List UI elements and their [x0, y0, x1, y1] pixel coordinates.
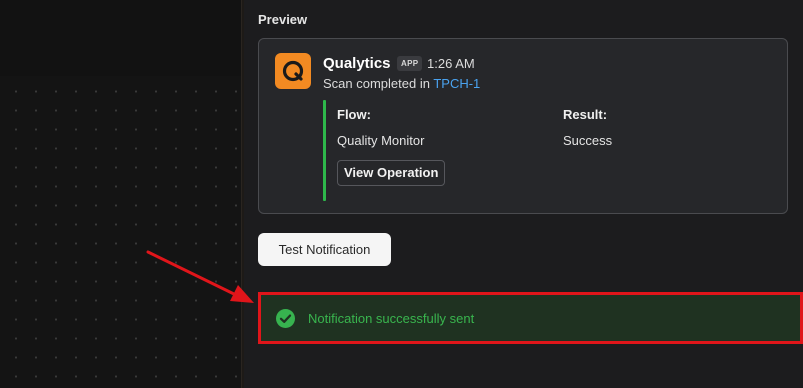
- scan-status-text: Scan completed in TPCH-1: [323, 76, 480, 91]
- flow-field-title: Flow:: [337, 107, 371, 122]
- result-field-title: Result:: [563, 107, 608, 122]
- preview-panel: Preview Qualytics APP 1:26 AM Scan compl…: [244, 0, 803, 388]
- app-badge: APP: [397, 56, 423, 71]
- result-field-value: Success: [563, 133, 613, 148]
- preview-heading: Preview: [258, 12, 308, 27]
- canvas-dot-grid: [0, 76, 243, 388]
- datastore-link[interactable]: TPCH-1: [433, 76, 480, 91]
- qualytics-logo-icon: [275, 53, 311, 89]
- success-notification-banner: Notification successfully sent: [258, 292, 803, 344]
- red-arrow-icon: [146, 250, 254, 303]
- message-preview-card: Qualytics APP 1:26 AM Scan completed in …: [258, 38, 788, 214]
- view-operation-button[interactable]: View Operation: [337, 160, 446, 186]
- scan-prefix: Scan completed in: [323, 76, 434, 91]
- flow-field-value: Quality Monitor: [337, 133, 425, 148]
- success-message: Notification successfully sent: [308, 311, 475, 326]
- attachment-accent-bar: [323, 100, 326, 201]
- message-time: 1:26 AM: [427, 56, 475, 71]
- test-notification-button[interactable]: Test Notification: [258, 233, 391, 266]
- canvas-header-area: [0, 0, 243, 76]
- check-circle-icon: [276, 309, 295, 328]
- app-name: Qualytics: [323, 55, 391, 72]
